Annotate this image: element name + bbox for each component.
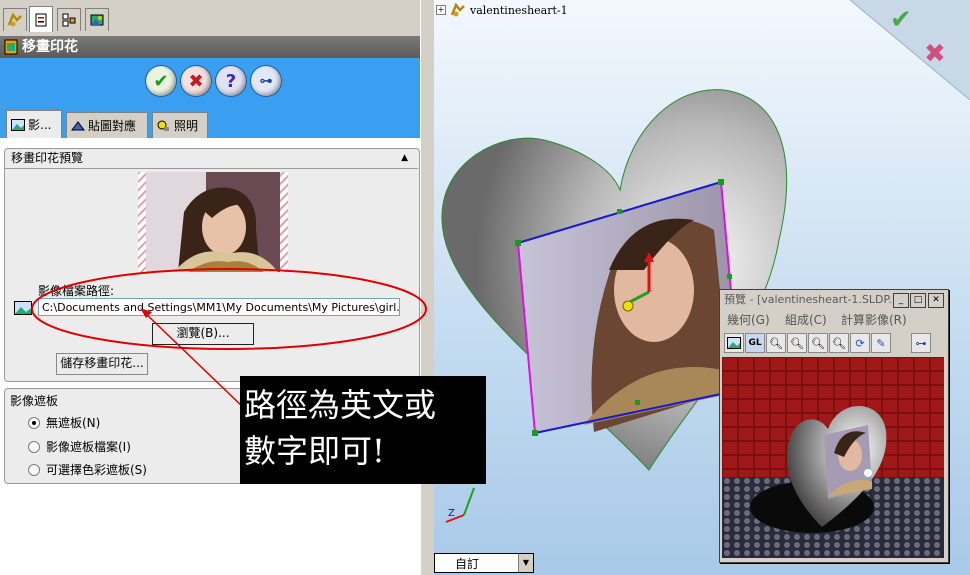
tab-mapping[interactable]: 貼圖對應 — [66, 112, 148, 138]
action-bar — [0, 58, 420, 138]
zoom-out-button[interactable]: 🔍︎ — [787, 333, 807, 353]
image-path-label: 影像檔案路徑: — [38, 284, 115, 298]
annotation-callout: 路徑為英文或 數字即可! — [240, 376, 486, 484]
zoom-in-button[interactable]: 🔍︎ — [766, 333, 786, 353]
decal-preview-header[interactable]: 移畫印花預覽 ▲ — [4, 148, 418, 169]
property-manager-icon — [35, 13, 47, 26]
ok-icon: ✔ — [153, 70, 169, 92]
maximize-button[interactable]: □ — [910, 293, 926, 308]
confirmation-corner: ✔ ✖ — [850, 0, 970, 100]
zoom-area-icon: 🔍︎ — [832, 336, 846, 350]
radio-label: 影像遮板檔案(I) — [46, 440, 131, 454]
browse-button[interactable]: 瀏覽(B)... — [152, 323, 254, 345]
tab-image[interactable]: 影... — [6, 110, 62, 138]
pushpin-icon: ⊶ — [259, 73, 273, 89]
manipulator-origin[interactable] — [622, 300, 634, 312]
menu-render[interactable]: 計算影像(R) — [841, 311, 907, 328]
zoom-in-icon: 🔍︎ — [769, 336, 783, 350]
panel-title-bar: 移畫印花 — [0, 36, 420, 58]
image-icon — [727, 337, 741, 349]
radio-no-mask[interactable]: 無遮板(N) — [28, 414, 100, 431]
tab-lighting[interactable]: 照明 — [152, 112, 208, 138]
image-tool-button[interactable] — [724, 333, 744, 353]
save-decal-button[interactable]: 儲存移畫印花... — [56, 353, 148, 375]
ok-button[interactable]: ✔ — [146, 66, 176, 96]
pushpin-button[interactable]: ⊶ — [251, 66, 281, 96]
display-manager-tab[interactable] — [85, 8, 109, 31]
help-icon: ? — [225, 70, 237, 92]
view-orientation-dropdown[interactable]: 自訂 ▼ — [434, 553, 534, 573]
rotate-icon: ⟳ — [855, 336, 865, 350]
radio-label: 無遮板(N) — [46, 416, 101, 430]
tool-button[interactable]: ✎ — [871, 333, 891, 353]
preview-menu-bar: 幾何(G) 組成(C) 計算影像(R) — [721, 310, 945, 328]
mapping-icon — [71, 120, 85, 130]
tool-icon: ✎ — [876, 336, 886, 350]
menu-components[interactable]: 組成(C) — [785, 311, 827, 328]
pin-button[interactable]: ⊶ — [911, 333, 931, 353]
lighting-icon — [157, 120, 169, 131]
minimize-icon: _ — [898, 295, 904, 305]
radio-mask-file[interactable]: 影像遮板檔案(I) — [28, 438, 131, 455]
gl-tool-button[interactable]: GL — [745, 333, 765, 353]
view-orientation-value: 自訂 — [455, 557, 480, 571]
zoom-fit-button[interactable]: 🔍︎ — [808, 333, 828, 353]
image-file-icon — [14, 301, 32, 315]
cancel-icon: ✖ — [188, 70, 204, 92]
zoom-area-button[interactable]: 🔍︎ — [829, 333, 849, 353]
cancel-button[interactable]: ✖ — [181, 66, 211, 96]
tab-mapping-label: 貼圖對應 — [88, 118, 137, 133]
rendered-scene — [722, 357, 944, 558]
radio-indicator — [28, 416, 40, 429]
decal-preview-image — [138, 172, 288, 272]
preview-title: 預覽 - [valentinesheart-1.SLDP... — [724, 293, 899, 306]
girl-photo-thumbnail — [138, 172, 288, 272]
zoom-fit-icon: 🔍︎ — [811, 336, 825, 350]
radio-indicator — [28, 463, 40, 476]
close-button[interactable]: ✕ — [928, 293, 944, 308]
confirm-ok-icon[interactable]: ✔ — [890, 5, 912, 35]
tab-lighting-label: 照明 — [174, 118, 199, 133]
gl-icon: GL — [748, 338, 762, 348]
image-icon — [11, 118, 25, 131]
preview-toolbar: GL 🔍︎ 🔍︎ 🔍︎ 🔍︎ ⟳ ✎ ⊶ — [721, 331, 945, 355]
tab-image-label: 影... — [28, 117, 52, 132]
minimize-button[interactable]: _ — [893, 293, 909, 308]
property-manager-tab[interactable] — [29, 6, 53, 32]
svg-text:Z: Z — [448, 508, 455, 519]
configuration-manager-icon — [62, 13, 76, 27]
image-path-input[interactable]: C:\Documents and Settings\MM1\My Documen… — [38, 298, 400, 316]
decal-icon — [4, 39, 18, 55]
help-button[interactable]: ? — [216, 66, 246, 96]
decal-preview-title: 移畫印花預覽 — [11, 151, 84, 165]
preview-render-view[interactable] — [722, 357, 944, 558]
close-icon: ✕ — [932, 295, 940, 305]
menu-geometry[interactable]: 幾何(G) — [727, 311, 770, 328]
radio-indicator — [28, 440, 40, 453]
rotate-button[interactable]: ⟳ — [850, 333, 870, 353]
callout-line-2: 數字即可! — [244, 432, 385, 470]
chevron-down-icon[interactable]: ▼ — [518, 554, 533, 572]
axis-triad: Z — [445, 487, 475, 523]
confirm-cancel-icon[interactable]: ✖ — [924, 39, 946, 69]
callout-line-1: 路徑為英文或 — [244, 386, 437, 424]
maximize-icon: □ — [913, 295, 923, 305]
configuration-manager-tab[interactable] — [57, 8, 81, 31]
radio-color-mask[interactable]: 可選擇色彩遮板(S) — [28, 461, 147, 478]
display-manager-icon — [90, 14, 104, 26]
feature-manager-tab[interactable] — [3, 8, 27, 31]
radio-label: 可選擇色彩遮板(S) — [46, 463, 147, 477]
panel-title: 移畫印花 — [22, 39, 78, 55]
image-mask-header: 影像遮板 — [10, 394, 59, 408]
feature-manager-icon — [7, 12, 22, 27]
zoom-out-icon: 🔍︎ — [790, 336, 804, 350]
pin-icon: ⊶ — [915, 336, 927, 350]
collapse-icon[interactable]: ▲ — [401, 148, 408, 168]
